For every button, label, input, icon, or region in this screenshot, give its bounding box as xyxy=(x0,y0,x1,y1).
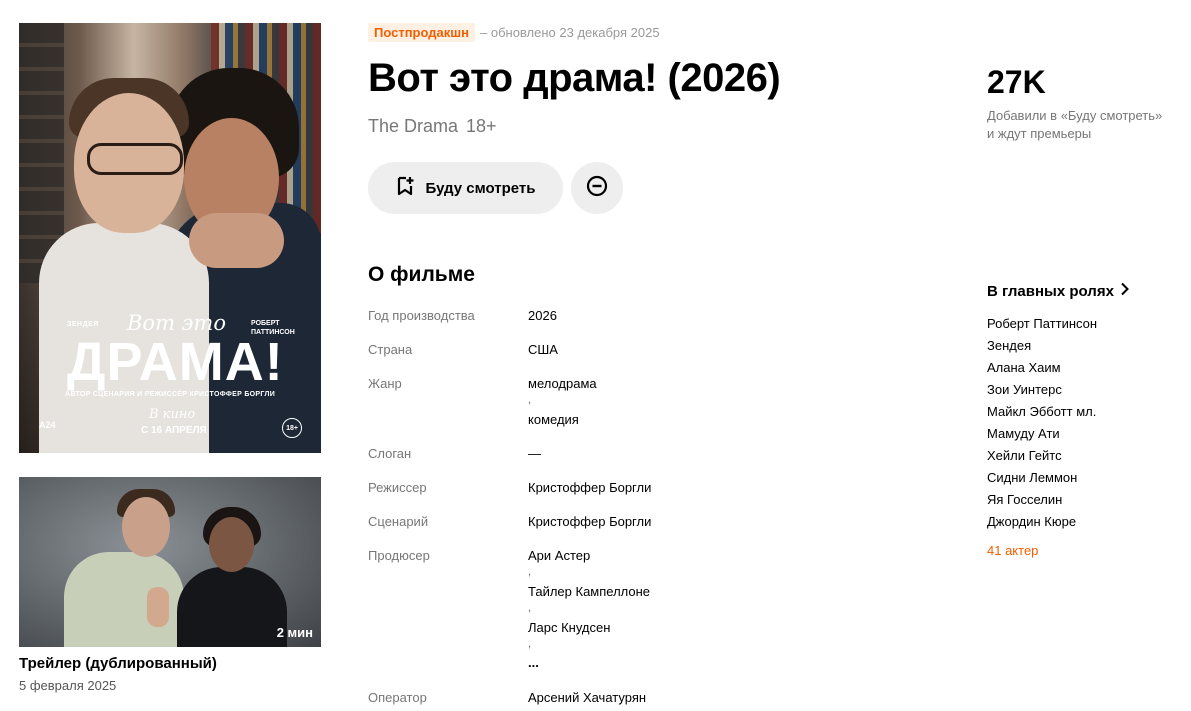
page-title: Вот это драма! (2026) xyxy=(368,56,781,100)
producer-more-link[interactable]: ... xyxy=(528,655,539,670)
age-rating: 18+ xyxy=(466,116,497,136)
poster-release-date: С 16 АПРЕЛЯ xyxy=(141,425,207,436)
cast-item[interactable]: Роберт Паттинсон xyxy=(987,316,1097,331)
status-badge: Постпродакшн xyxy=(368,23,475,42)
info-value-producer[interactable]: Ари Астер xyxy=(528,548,590,563)
list-separator: , xyxy=(528,638,532,650)
list-separator: , xyxy=(528,394,532,406)
cast-item[interactable]: Яя Госселин xyxy=(987,492,1062,507)
cast-item[interactable]: Сидни Леммон xyxy=(987,470,1077,485)
info-label-director: Режиссер xyxy=(368,480,427,495)
bookmark-plus-icon xyxy=(395,176,415,201)
cast-item[interactable]: Хейли Гейтс xyxy=(987,448,1062,463)
poster-text: РОБЕРТ xyxy=(251,320,280,327)
poster-figure xyxy=(87,143,183,175)
poster-text: ЗЕНДЕЯ xyxy=(67,321,99,328)
info-value-operator[interactable]: Арсений Хачатурян xyxy=(528,690,646,705)
poster-figure xyxy=(189,213,284,268)
info-value-country[interactable]: США xyxy=(528,342,558,357)
trailer-figure xyxy=(147,587,169,627)
cast-item[interactable]: Зои Уинтерс xyxy=(987,382,1062,397)
info-label-writer: Сценарий xyxy=(368,514,429,529)
cast-item[interactable]: Мамуду Ати xyxy=(987,426,1060,441)
cast-section-link[interactable]: В главных ролях xyxy=(987,282,1130,300)
info-value-slogan: — xyxy=(528,446,541,461)
chevron-right-icon xyxy=(1120,282,1130,300)
cast-item[interactable]: Алана Хаим xyxy=(987,360,1061,375)
list-separator: , xyxy=(528,602,532,614)
watchlist-description-line: и ждут премьеры xyxy=(987,126,1092,141)
watchlist-count: 27K xyxy=(987,64,1046,100)
info-value-genre[interactable]: комедия xyxy=(528,412,579,427)
info-label-producer: Продюсер xyxy=(368,548,430,563)
poster-text: В кино xyxy=(149,407,196,422)
more-cast-link[interactable]: 41 актер xyxy=(987,543,1038,558)
list-separator: , xyxy=(528,566,532,578)
film-poster[interactable]: ЗЕНДЕЯ РОБЕРТ ПАТТИНСОН Вот это ДРАМА! А… xyxy=(19,23,321,453)
info-label-country: Страна xyxy=(368,342,413,357)
info-value-producer[interactable]: Тайлер Кампеллоне xyxy=(528,584,650,599)
poster-title-text: ДРАМА! xyxy=(67,332,284,392)
info-value-director[interactable]: Кристоффер Боргли xyxy=(528,480,651,495)
not-interested-button[interactable] xyxy=(571,162,623,214)
info-label-genre: Жанр xyxy=(368,376,402,391)
watch-later-label: Буду смотреть xyxy=(425,179,536,197)
trailer-title[interactable]: Трейлер (дублированный) xyxy=(19,655,217,672)
cast-section-title: В главных ролях xyxy=(987,282,1114,300)
watchlist-description-line: Добавили в «Буду смотреть» xyxy=(987,108,1163,123)
poster-text: АВТОР СЦЕНАРИЯ И РЕЖИССЁР КРИСТОФФЕР БОР… xyxy=(65,391,276,398)
watchlist-description: Добавили в «Буду смотреть» и ждут премье… xyxy=(987,107,1187,143)
info-label-operator: Оператор xyxy=(368,690,427,705)
info-value-year[interactable]: 2026 xyxy=(528,308,557,323)
updated-text: – обновлено 23 декабря 2025 xyxy=(480,25,660,40)
trailer-figure xyxy=(177,567,287,647)
info-label-slogan: Слоган xyxy=(368,446,412,461)
trailer-figure xyxy=(122,497,170,557)
info-value-genre[interactable]: мелодрама xyxy=(528,376,597,391)
minus-circle-icon xyxy=(586,175,608,202)
watch-later-button[interactable]: Буду смотреть xyxy=(368,162,563,214)
info-label-year: Год производства xyxy=(368,308,475,323)
cast-item[interactable]: Зендея xyxy=(987,338,1031,353)
poster-age-badge: 18+ xyxy=(282,418,302,438)
info-value-writer[interactable]: Кристоффер Боргли xyxy=(528,514,651,529)
cast-item[interactable]: Джордин Кюре xyxy=(987,514,1076,529)
info-value-producer[interactable]: Ларс Кнудсен xyxy=(528,620,610,635)
trailer-date: 5 февраля 2025 xyxy=(19,678,117,693)
trailer-figure xyxy=(209,517,254,572)
about-section-title: О фильме xyxy=(368,263,475,286)
original-title: The Drama xyxy=(368,116,459,136)
poster-studio-logo: A24 xyxy=(39,420,56,430)
trailer-thumbnail[interactable]: 2 мин xyxy=(19,477,321,647)
trailer-duration: 2 мин xyxy=(276,625,313,640)
cast-item[interactable]: Майкл Эбботт мл. xyxy=(987,404,1096,419)
